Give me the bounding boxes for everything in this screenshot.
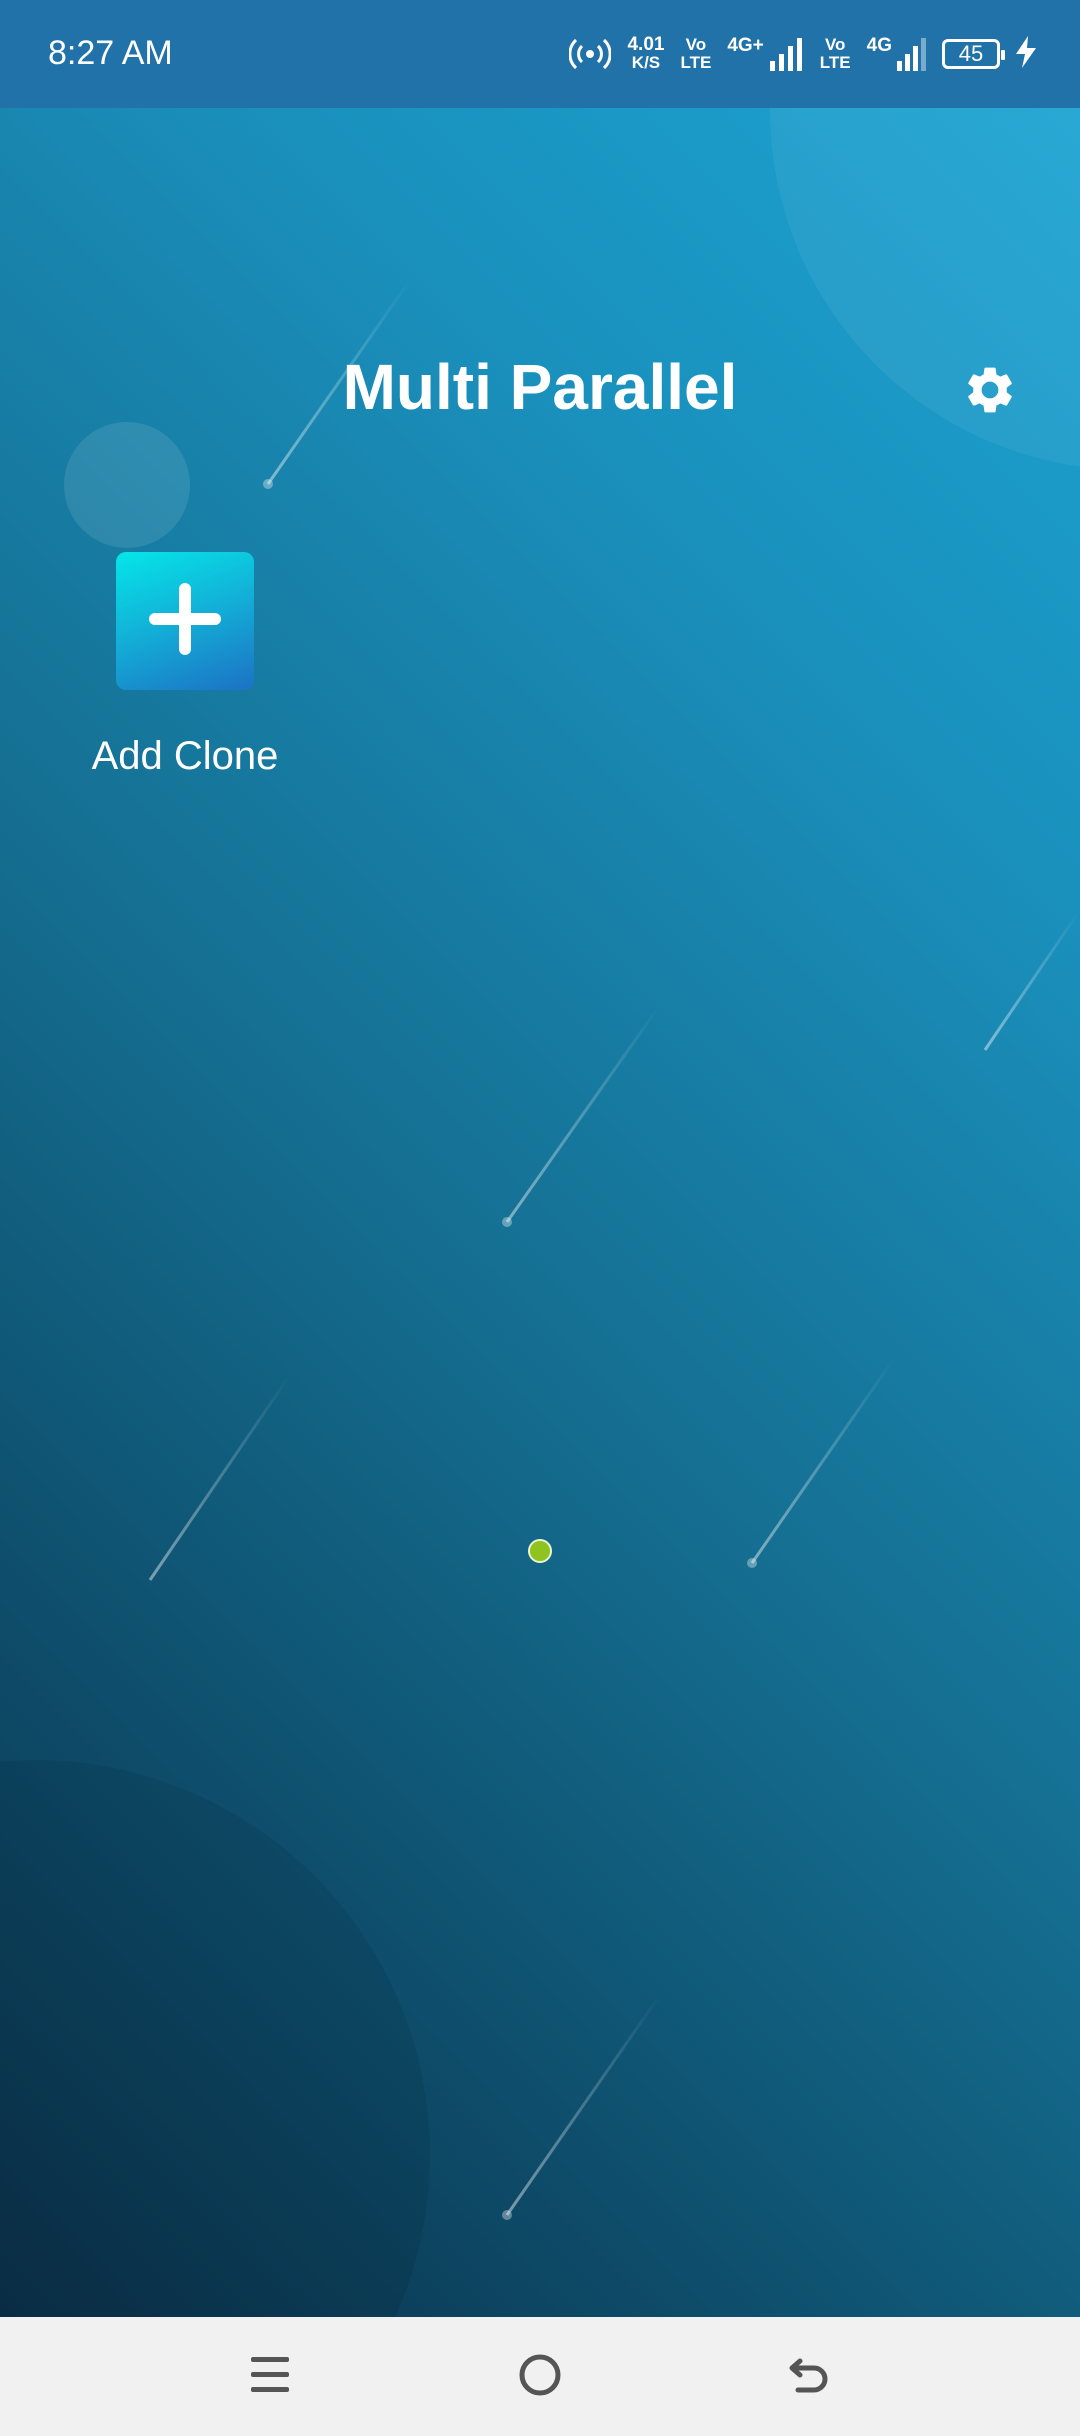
settings-button[interactable] (958, 360, 1022, 424)
status-icons: 4.01 K/S Vo LTE 4G+ Vo LTE 4G 45 (568, 26, 1036, 82)
meteor-head (263, 479, 273, 489)
meteor-streak (750, 1356, 897, 1564)
signal-icon (897, 38, 926, 71)
nav-back-button[interactable] (774, 2341, 846, 2413)
page-indicator-dot (528, 1539, 552, 1563)
status-time: 8:27 AM (48, 34, 173, 72)
meteor-head (747, 1558, 757, 1568)
nav-menu-button[interactable] (234, 2341, 306, 2413)
gear-icon (962, 362, 1018, 423)
sim2-signal: 4G (866, 35, 926, 71)
volte-top: Vo (824, 35, 846, 54)
sim2-type: 4G (866, 35, 892, 56)
meteor-streak (505, 1004, 662, 1223)
volte-bottom: LTE (680, 53, 712, 72)
sim1-type: 4G+ (727, 35, 764, 56)
meteor-streak (505, 1994, 662, 2216)
charging-bolt-icon (1016, 35, 1036, 73)
meteor-head (502, 1217, 512, 1227)
volte-badge-1: Vo LTE (680, 36, 711, 72)
add-clone-label: Add Clone (91, 734, 279, 778)
volte-badge-2: Vo LTE (820, 36, 851, 72)
network-speed-unit: K/S (631, 53, 661, 72)
sim1-signal: 4G+ (727, 35, 803, 71)
battery-level: 45 (958, 41, 984, 66)
app-screen: 8:27 AM 4.01 K/S Vo LTE 4G+ Vo LTE 4G 45… (0, 0, 1080, 2436)
home-circle-icon (516, 2351, 564, 2404)
page-title: Multi Parallel (342, 351, 738, 423)
volte-bottom: LTE (819, 53, 851, 72)
signal-icon (769, 38, 802, 71)
hotspot-icon (568, 34, 613, 75)
add-clone-tile[interactable] (116, 552, 254, 690)
background (0, 0, 1080, 2317)
network-speed: 4.01 K/S (627, 34, 665, 72)
plus-icon (147, 581, 223, 662)
menu-icon (248, 2353, 292, 2402)
meteor-head (502, 2210, 512, 2220)
add-clone-button[interactable]: Add Clone (60, 550, 310, 790)
back-icon (786, 2351, 834, 2404)
nav-home-button[interactable] (504, 2341, 576, 2413)
battery-icon: 45 (942, 39, 1005, 69)
volte-top: Vo (685, 35, 707, 54)
meteor-streak (148, 1374, 292, 1581)
navigation-bar (0, 2317, 1080, 2436)
meteor-streaks (148, 279, 1080, 2220)
status-bar: 8:27 AM 4.01 K/S Vo LTE 4G+ Vo LTE 4G 45 (0, 0, 1080, 108)
network-speed-value: 4.01 (627, 34, 665, 55)
meteor-streak (983, 909, 1080, 1051)
